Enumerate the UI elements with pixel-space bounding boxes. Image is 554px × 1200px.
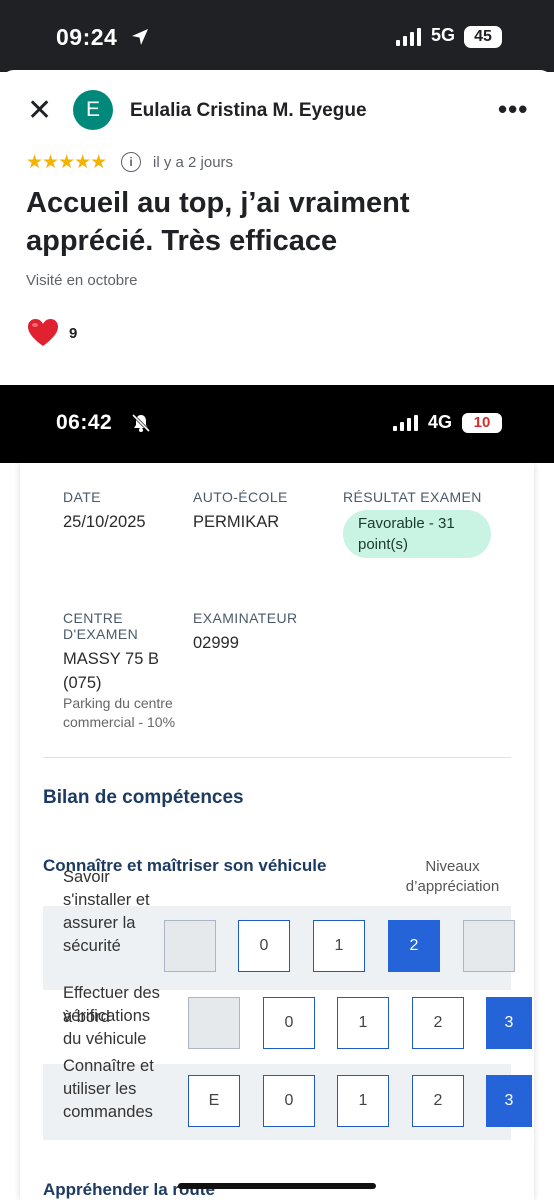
avatar[interactable]: E (73, 90, 113, 130)
skill-label-overlap: à bord (63, 1008, 110, 1026)
level-cell (164, 920, 216, 972)
examiner-label: EXAMINATEUR (193, 610, 298, 626)
school-label: AUTO-ÉCOLE (193, 489, 288, 505)
level-cell: 1 (337, 997, 389, 1049)
level-cell: 0 (263, 1075, 315, 1127)
embedded-status-bar: 06:42 4G 10 (0, 385, 554, 463)
level-cell-selected: 3 (486, 997, 532, 1049)
home-indicator[interactable] (178, 1183, 376, 1189)
date-value: 25/10/2025 (63, 513, 146, 531)
battery-icon: 10 (462, 413, 502, 433)
like-count: 9 (69, 325, 78, 342)
status-time: 06:42 (56, 411, 113, 434)
level-cell: 1 (337, 1075, 389, 1127)
reviewer-name[interactable]: Eulalia Cristina M. Eyegue (130, 100, 367, 122)
skill-label: Savoir s'installer et assurer la sécurit… (63, 868, 150, 955)
level-cell: 0 (238, 920, 290, 972)
level-cell: 2 (412, 997, 464, 1049)
center-label: CENTRE D'EXAMEN (63, 610, 139, 642)
visited-note: Visité en octobre (26, 272, 138, 289)
skills-heading: Bilan de compétences (43, 787, 244, 808)
levels-label: Niveaux d’appréciation (405, 858, 500, 895)
skill-label: Connaître et utiliser les commandes (63, 1057, 154, 1121)
review-date: il y a 2 jours (153, 154, 234, 171)
level-cell (188, 997, 240, 1049)
level-cell-selected: 3 (486, 1075, 532, 1127)
location-arrow-icon (132, 29, 148, 45)
network-type: 5G (431, 25, 456, 45)
battery-icon: 45 (464, 26, 502, 48)
close-icon[interactable]: ✕ (27, 96, 52, 126)
level-cell: 0 (263, 997, 315, 1049)
status-time: 09:24 (56, 24, 118, 50)
level-cell: 1 (313, 920, 365, 972)
info-icon[interactable]: i (121, 152, 141, 172)
star-rating: ★★★★★ (26, 152, 107, 173)
level-cell: E (188, 1075, 240, 1127)
result-label: RÉSULTAT EXAMEN (343, 489, 482, 505)
signal-icon (393, 415, 418, 431)
examiner-value: 02999 (193, 634, 239, 652)
status-bar: 09:24 5G 45 (0, 0, 554, 72)
date-label: DATE (63, 489, 101, 505)
level-cell (463, 920, 515, 972)
center-value: MASSY 75 B (075) (63, 650, 159, 692)
bell-muted-icon (131, 413, 151, 433)
signal-icon (396, 28, 421, 46)
review-text: Accueil au top, j’ai vraiment apprécié. … (26, 187, 410, 257)
center-detail: Parking du centre commercial - 10% (63, 695, 176, 730)
result-badge: Favorable - 31 point(s) (343, 510, 491, 558)
divider (43, 757, 511, 758)
school-value: PERMIKAR (193, 513, 280, 531)
level-cell: 2 (412, 1075, 464, 1127)
heart-icon[interactable] (26, 316, 60, 350)
more-options-icon[interactable]: ••• (498, 94, 528, 125)
level-cell-selected: 2 (388, 920, 440, 972)
network-type: 4G (428, 412, 453, 432)
